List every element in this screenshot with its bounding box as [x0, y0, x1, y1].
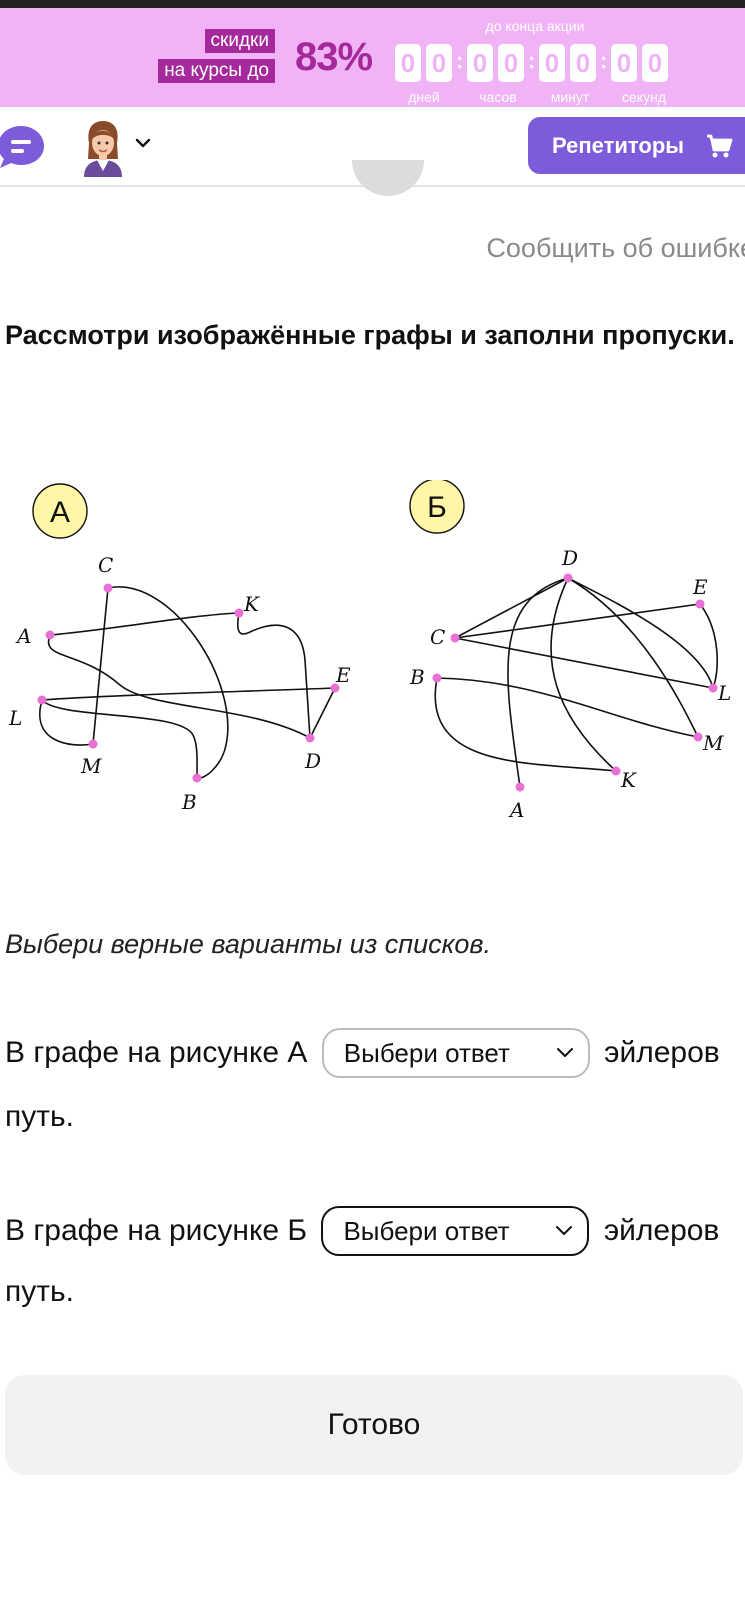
countdown-separator: : [456, 48, 464, 73]
countdown-digit: 0 [539, 44, 565, 82]
answer-select-b[interactable]: Выбери ответ [321, 1206, 590, 1256]
countdown-separator: : [600, 48, 608, 73]
promo-tag-courses: на курсы до [158, 59, 275, 83]
graph-b-vertex-a [515, 782, 525, 792]
cart-icon [707, 134, 733, 158]
countdown-separator: : [528, 48, 536, 73]
promo-percent: 83% [295, 35, 373, 79]
sentence-b-suffix: эйлеров [603, 1214, 720, 1247]
graph-a-edge-a-d [47, 634, 311, 739]
graph-b-edge-e-l [699, 603, 719, 689]
sentence-b-tail: путь. [5, 1275, 74, 1308]
graph-a-edge-e-d [309, 687, 336, 739]
question-text: Рассмотри изображённые графы и заполни п… [5, 320, 735, 350]
promo-tag-discounts: скидки [204, 29, 275, 53]
graph-a-edge-c-m [92, 587, 109, 745]
countdown-digit: 0 [426, 44, 452, 82]
graph-b-label-l: L [717, 681, 731, 705]
graph-b-edge-b-k [434, 677, 617, 772]
status-strip [0, 0, 745, 8]
graph-b-edge-d-l [567, 577, 714, 689]
sentence-a-prefix: В графе на рисунке А [5, 1036, 308, 1069]
graph-b-label-k: K [620, 768, 637, 792]
countdown-unit-days: дней [408, 89, 440, 105]
graph-a-edge-l-e [41, 687, 336, 701]
graph-a-vertex-c [103, 583, 113, 593]
countdown-unit-minutes: минут [550, 89, 590, 105]
countdown-digit: 0 [498, 44, 524, 82]
chevron-down-icon [556, 1226, 573, 1235]
countdown-unit-seconds: секунд [622, 89, 666, 105]
countdown-digit: 0 [642, 44, 668, 82]
graph-b-edge-c-e [454, 603, 701, 639]
countdown-digit: 0 [395, 44, 421, 82]
tutors-button-label: Репетиторы [552, 133, 685, 158]
graph-a-vertex-k [234, 608, 244, 618]
sentence-b-prefix: В графе на рисунке Б [5, 1214, 308, 1247]
graph-b-vertex-m [693, 732, 703, 742]
graph-b-label-c: C [430, 625, 445, 649]
graph-a-label-m: M [80, 754, 102, 778]
chevron-down-icon[interactable] [134, 134, 152, 152]
graph-b-edge-d-a [507, 577, 569, 788]
graph-b-label-b: B [409, 665, 425, 689]
graph-b-badge-label: Б [427, 491, 447, 524]
graph-b-label-d: D [561, 546, 578, 570]
promo-banner[interactable]: скидки на курсы до 83% до конца акции 0 … [0, 8, 745, 107]
graph-b-vertex-k [611, 766, 621, 776]
graph-a-edge-l-m [39, 699, 94, 746]
avatar[interactable] [80, 119, 126, 177]
promo-until-label: до конца акции [485, 18, 585, 34]
graph-a-label-k: K [243, 592, 260, 616]
chat-icon[interactable] [0, 124, 46, 170]
sentence-a: В графе на рисунке А Выбери ответ эйлеро… [5, 1028, 745, 1078]
graph-a-vertex-l [37, 695, 47, 705]
graph-a-edge-l-b [41, 699, 198, 779]
graph-a-vertex-m [88, 739, 98, 749]
countdown-unit-hours: часов [479, 89, 517, 105]
done-button[interactable]: Готово [5, 1375, 743, 1475]
graph-b-edge-d-c [454, 577, 569, 639]
countdown-digit: 0 [570, 44, 596, 82]
scroll-handle[interactable] [352, 160, 424, 196]
graph-a-label-d: D [304, 749, 321, 773]
graph-b-vertex-e [695, 599, 705, 609]
answer-select-b-placeholder: Выбери ответ [343, 1216, 510, 1246]
graph-b-edge-d-m [567, 577, 699, 738]
graph-b-vertex-c [450, 633, 460, 643]
graph-a-label-c: C [98, 553, 113, 577]
chevron-down-icon [556, 1048, 573, 1057]
graph-b-vertex-l [708, 683, 718, 693]
countdown-digit: 0 [611, 44, 637, 82]
answer-select-a[interactable]: Выбери ответ [321, 1028, 590, 1078]
graph-a-vertex-b [192, 773, 202, 783]
graph-a-edge-a-k [49, 612, 240, 636]
graph-a-vertex-d [305, 733, 315, 743]
graph-b-edge-c-l [454, 637, 714, 689]
countdown-digit: 0 [467, 44, 493, 82]
sentence-a-suffix: эйлеров [604, 1036, 720, 1069]
graph-b-edge-b-m [436, 677, 699, 738]
instruction-text: Выбери верные варианты из списков. [5, 929, 491, 959]
graph-a-edge-k-d [236, 612, 311, 739]
graph-a-vertex-a [45, 630, 55, 640]
answer-select-a-placeholder: Выбери ответ [343, 1038, 510, 1068]
graph-a-label-a: A [15, 624, 31, 648]
graph-b-vertex-d [563, 573, 573, 583]
graph-b-label-m: M [702, 731, 724, 755]
graph-b-label-e: E [692, 575, 708, 599]
graph-b-vertex-b [432, 673, 442, 683]
graphs-figure: А Б C K A E L M B D D E C B L M K A [8, 480, 731, 822]
graph-a-label-e: E [335, 663, 351, 687]
graph-a-label-l: L [8, 706, 22, 730]
report-error-link[interactable]: Сообщить об ошибке [486, 233, 745, 264]
graph-a-label-b: B [181, 790, 197, 814]
tutors-button[interactable]: Репетиторы [528, 117, 745, 174]
graph-a-badge-label: А [50, 496, 70, 529]
sentence-a-tail: путь. [5, 1100, 74, 1133]
graph-b-label-a: A [508, 798, 524, 822]
sentence-b: В графе на рисунке Б Выбери ответ эйлеро… [5, 1206, 745, 1256]
